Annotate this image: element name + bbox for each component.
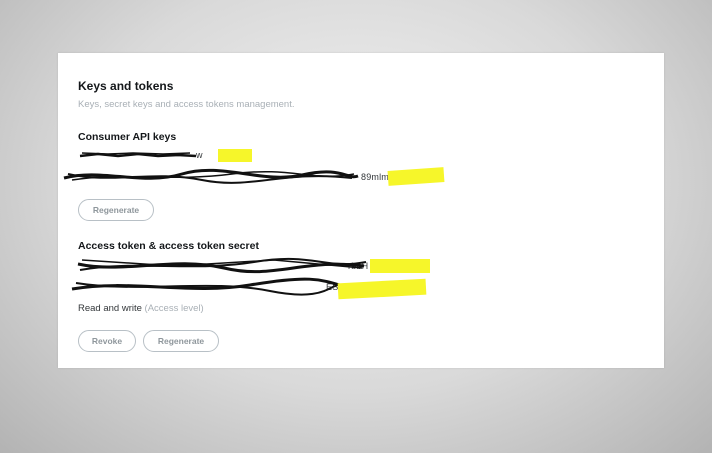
page-title: Keys and tokens	[78, 79, 174, 93]
consumer-api-key: w	[78, 147, 278, 165]
access-token: rbbH	[77, 257, 438, 276]
access-token-secret: ESKrg	[71, 277, 438, 300]
page-subtitle: Keys, secret keys and access tokens mana…	[78, 99, 295, 110]
redaction-scribble	[63, 168, 359, 184]
redaction-scribble	[79, 152, 197, 158]
access-level-note: (Access level)	[144, 303, 204, 314]
keys-and-tokens-panel: Keys and tokens Keys, secret keys and ac…	[58, 53, 664, 368]
consumer-api-secret: 89mlm (	[63, 167, 448, 187]
revoke-button[interactable]: Revoke	[78, 330, 136, 352]
redaction-highlight	[387, 167, 445, 186]
redaction-scribble	[71, 277, 347, 296]
access-regenerate-button[interactable]: Regenerate	[143, 330, 219, 352]
consumer-keys-heading: Consumer API keys	[78, 131, 177, 143]
consumer-regenerate-button[interactable]: Regenerate	[78, 199, 154, 221]
access-level: Read and write (Access level)	[78, 303, 204, 314]
redaction-highlight	[370, 259, 430, 273]
redaction-highlight	[337, 278, 427, 300]
access-token-heading: Access token & access token secret	[78, 240, 259, 252]
redaction-highlight	[218, 149, 252, 162]
access-level-value: Read and write	[78, 303, 142, 314]
